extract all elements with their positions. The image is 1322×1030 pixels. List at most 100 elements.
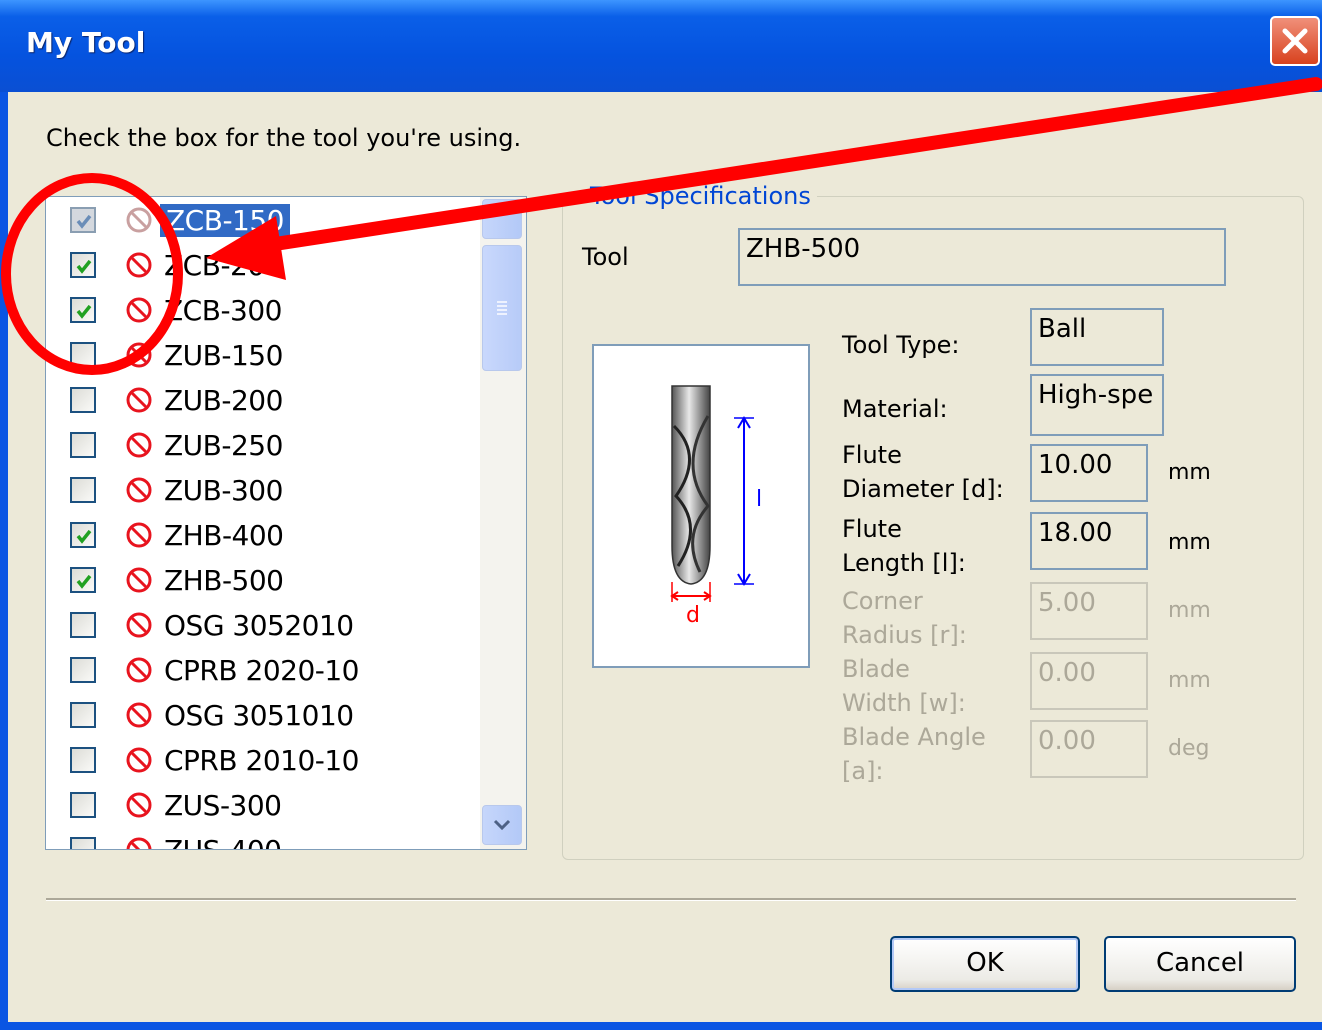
- diagram-d-label: d: [686, 603, 700, 628]
- no-entry-icon: [124, 385, 154, 419]
- tool-checkbox[interactable]: [70, 567, 96, 593]
- list-item[interactable]: ZHB-500: [46, 559, 476, 604]
- tool-checkbox[interactable]: [70, 477, 96, 503]
- tool-name: ZUB-250: [164, 429, 283, 462]
- corner-radius-label-line1: Corner: [842, 587, 923, 615]
- flute-length-field: 18.00: [1030, 512, 1148, 570]
- list-item[interactable]: ZUS-400: [46, 829, 476, 849]
- no-entry-icon: [124, 655, 154, 689]
- tool-checkbox[interactable]: [70, 792, 96, 818]
- blade-angle-unit: deg: [1168, 736, 1210, 761]
- no-entry-icon: [124, 520, 154, 554]
- list-item[interactable]: OSG 3051010: [46, 694, 476, 739]
- no-entry-icon: [124, 205, 154, 239]
- list-item[interactable]: ZCB-300: [46, 289, 476, 334]
- blade-width-label-line2: Width [w]:: [842, 689, 966, 717]
- window-title: My Tool: [26, 26, 146, 59]
- end-mill-icon: l d: [670, 385, 762, 628]
- cancel-button[interactable]: Cancel: [1104, 936, 1296, 992]
- material-label: Material:: [842, 395, 948, 423]
- tool-checkbox[interactable]: [70, 387, 96, 413]
- check-icon: [76, 304, 92, 319]
- scroll-down-button[interactable]: [482, 805, 522, 845]
- tool-checkbox[interactable]: [70, 522, 96, 548]
- check-icon: [76, 214, 92, 229]
- tool-label: Tool: [582, 243, 629, 271]
- separator: [46, 898, 1296, 901]
- ok-button[interactable]: OK: [890, 936, 1080, 992]
- tool-checkbox[interactable]: [70, 297, 96, 323]
- list-item[interactable]: ZUB-150: [46, 334, 476, 379]
- tool-checkbox[interactable]: [70, 612, 96, 638]
- tool-name-field: ZHB-500: [738, 228, 1226, 286]
- tool-name: CPRB 2010-10: [164, 744, 360, 777]
- group-title: Tool Specifications: [584, 182, 817, 210]
- no-entry-icon: [124, 835, 154, 849]
- tool-checkbox[interactable]: [70, 342, 96, 368]
- flute-diameter-label-line1: Flute: [842, 441, 902, 469]
- close-button[interactable]: [1270, 16, 1320, 66]
- my-tool-dialog: My Tool Check the box for the tool you'r…: [0, 0, 1322, 1030]
- tool-listbox[interactable]: ZCB-150 ZCB-200 ZCB-300 ZUB-150 ZUB-200 ZUB-2…: [45, 196, 527, 850]
- tool-diagram: l d: [592, 344, 810, 668]
- grip-icon: [497, 301, 507, 315]
- flute-length-label-line2: Length [l]:: [842, 549, 966, 577]
- blade-angle-field: 0.00: [1030, 720, 1148, 778]
- tool-name: ZCB-150: [159, 203, 291, 238]
- list-item[interactable]: ZUB-250: [46, 424, 476, 469]
- title-bar[interactable]: My Tool: [0, 0, 1322, 92]
- tool-name: ZCB-300: [164, 294, 283, 327]
- tool-name: CPRB 2020-10: [164, 654, 360, 687]
- tool-name: OSG 3052010: [164, 609, 354, 642]
- flute-length-label-line1: Flute: [842, 515, 902, 543]
- material-field: High-spe: [1030, 374, 1164, 436]
- tool-checkbox[interactable]: [70, 252, 96, 278]
- flute-length-unit: mm: [1168, 530, 1211, 555]
- blade-width-unit: mm: [1168, 668, 1211, 693]
- vertical-scrollbar[interactable]: [480, 197, 526, 849]
- tool-checkbox[interactable]: [70, 432, 96, 458]
- list-item[interactable]: ZUB-300: [46, 469, 476, 514]
- list-item[interactable]: ZUB-200: [46, 379, 476, 424]
- corner-radius-unit: mm: [1168, 598, 1211, 623]
- tool-name: ZUB-300: [164, 474, 283, 507]
- blade-angle-label-line2: [a]:: [842, 757, 884, 785]
- tool-checkbox[interactable]: [70, 207, 96, 233]
- tool-checkbox[interactable]: [70, 657, 96, 683]
- list-item[interactable]: OSG 3052010: [46, 604, 476, 649]
- list-item[interactable]: CPRB 2010-10: [46, 739, 476, 784]
- blade-width-label-line1: Blade: [842, 655, 910, 683]
- blade-angle-label-line1: Blade Angle: [842, 723, 986, 751]
- tool-name: ZCB-200: [164, 249, 283, 282]
- list-item[interactable]: ZHB-400: [46, 514, 476, 559]
- no-entry-icon: [124, 790, 154, 824]
- list-item[interactable]: ZCB-150: [46, 199, 476, 244]
- scroll-thumb[interactable]: [482, 245, 522, 371]
- no-entry-icon: [124, 565, 154, 599]
- tool-name: ZHB-400: [164, 519, 284, 552]
- flute-diameter-label-line2: Diameter [d]:: [842, 475, 1004, 503]
- no-entry-icon: [124, 475, 154, 509]
- chevron-down-icon: [493, 819, 511, 831]
- tool-checkbox[interactable]: [70, 702, 96, 728]
- dialog-body: Check the box for the tool you're using.…: [8, 92, 1322, 1022]
- check-icon: [76, 529, 92, 544]
- tool-checkbox[interactable]: [70, 837, 96, 849]
- no-entry-icon: [124, 430, 154, 464]
- list-item[interactable]: ZCB-200: [46, 244, 476, 289]
- list-item[interactable]: ZUS-300: [46, 784, 476, 829]
- tool-name: OSG 3051010: [164, 699, 354, 732]
- tool-name: ZUS-300: [164, 789, 282, 822]
- close-icon: [1282, 28, 1308, 54]
- flute-diameter-field: 10.00: [1030, 444, 1148, 502]
- list-item[interactable]: CPRB 2020-10: [46, 649, 476, 694]
- scroll-up-button[interactable]: [482, 199, 522, 239]
- flute-diameter-unit: mm: [1168, 460, 1211, 485]
- corner-radius-field: 5.00: [1030, 582, 1148, 640]
- corner-radius-label-line2: Radius [r]:: [842, 621, 967, 649]
- check-icon: [76, 574, 92, 589]
- no-entry-icon: [124, 250, 154, 284]
- tool-type-label: Tool Type:: [842, 331, 960, 359]
- instruction-text: Check the box for the tool you're using.: [46, 124, 522, 152]
- tool-checkbox[interactable]: [70, 747, 96, 773]
